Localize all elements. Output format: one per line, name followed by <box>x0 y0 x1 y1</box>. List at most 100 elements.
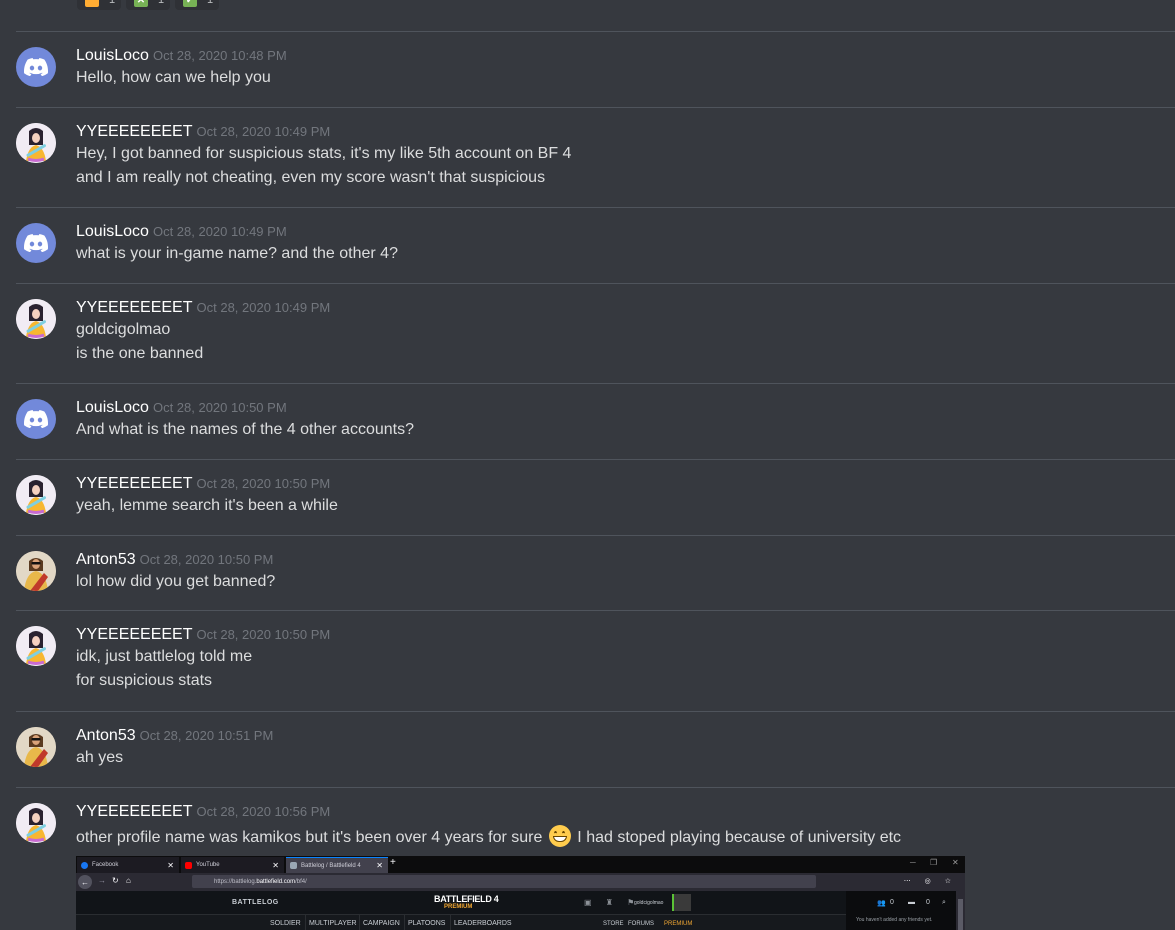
message-text: idk, just battlelog told me <box>76 648 253 665</box>
tab-label: Battlelog / Battlefield 4 <box>301 862 361 869</box>
username[interactable]: YYEEEEEEEET <box>76 123 193 140</box>
friends-icon[interactable]: 👥 <box>877 899 886 907</box>
avatar[interactable] <box>16 727 56 767</box>
close-icon[interactable]: ✕ <box>272 861 279 870</box>
home-icon[interactable]: ⌂ <box>126 876 131 885</box>
username[interactable]: Anton53 <box>76 551 136 568</box>
avatar[interactable] <box>16 223 56 263</box>
message-header: YYEEEEEEEET Oct 28, 2020 10:49 PM <box>76 299 330 317</box>
browser-tab-facebook[interactable]: Facebook ✕ <box>77 857 179 873</box>
nav-leaderboards[interactable]: LEADERBOARDS <box>454 920 512 927</box>
timestamp: Oct 28, 2020 10:50 PM <box>196 476 331 491</box>
toolbar-icons[interactable]: ⋯ ◎ ☆ <box>904 877 957 885</box>
chat-icon[interactable]: ▬ <box>908 899 915 906</box>
url-bar[interactable]: https://battlelog. battlefield.com/bf4/ <box>192 875 816 888</box>
image-attachment[interactable]: Facebook ✕ YouTube ✕ Battlelog / Battlef… <box>76 856 965 930</box>
avatar[interactable] <box>16 47 56 87</box>
message-divider <box>16 31 1175 32</box>
battlelog-logo[interactable]: BATTLELOG <box>232 899 279 906</box>
message-text: And what is the names of the 4 other acc… <box>76 421 414 438</box>
username[interactable]: YYEEEEEEEET <box>76 626 193 643</box>
link-premium[interactable]: PREMIUM <box>664 921 692 927</box>
timestamp: Oct 28, 2020 10:50 PM <box>139 552 274 567</box>
url-prefix: https://battlelog. <box>214 878 257 885</box>
window-close-icon[interactable]: ✕ <box>952 858 959 867</box>
reaction-bar: 1 ✕ 1 ✓ 1 <box>77 0 219 10</box>
link-forums[interactable]: FORUMS <box>628 921 654 927</box>
username[interactable]: Anton53 <box>76 727 136 744</box>
game-title[interactable]: BATTLEFIELD 4 <box>434 894 499 904</box>
grinning-face-icon <box>548 825 571 847</box>
soldier-avatar[interactable] <box>672 894 691 911</box>
avatar[interactable] <box>16 551 56 591</box>
link-store[interactable]: STORE <box>603 921 624 927</box>
message-text: yeah, lemme search it's been a while <box>76 497 338 514</box>
reload-icon[interactable]: ↻ <box>112 876 119 885</box>
nav-multiplayer[interactable]: MULTIPLAYER <box>309 920 357 927</box>
back-icon[interactable]: ← <box>78 875 92 889</box>
url-domain: battlefield.com <box>256 878 296 885</box>
message-text: Hello, how can we help you <box>76 69 271 86</box>
message-divider <box>16 107 1175 108</box>
new-tab-button[interactable]: + <box>390 857 396 868</box>
message-text: what is your in-game name? and the other… <box>76 245 398 262</box>
reaction-count: 1 <box>158 0 165 6</box>
message-divider <box>16 711 1175 712</box>
message-text: other profile name was kamikos but it's … <box>76 825 901 847</box>
messages-count: 0 <box>926 899 930 906</box>
reaction-orange-square[interactable]: 1 <box>77 0 121 10</box>
username[interactable]: LouisLoco <box>76 399 149 416</box>
close-icon[interactable]: ✕ <box>376 861 383 870</box>
message-text: is the one banned <box>76 345 204 362</box>
message-divider <box>16 787 1175 788</box>
tab-label: Facebook <box>92 862 119 868</box>
avatar[interactable] <box>16 475 56 515</box>
username[interactable]: LouisLoco <box>76 47 149 64</box>
restore-icon[interactable]: ❐ <box>930 858 937 867</box>
timestamp: Oct 28, 2020 10:49 PM <box>152 224 287 239</box>
avatar[interactable] <box>16 626 56 666</box>
message-text-after: I had stoped playing because of universi… <box>577 829 902 846</box>
username[interactable]: YYEEEEEEEET <box>76 803 193 820</box>
nav-soldier[interactable]: SOLDIER <box>270 920 301 927</box>
nav-platoons[interactable]: PLATOONS <box>408 920 445 927</box>
username[interactable]: goldcigolmao <box>634 900 663 906</box>
avatar[interactable] <box>16 123 56 163</box>
timestamp: Oct 28, 2020 10:49 PM <box>196 124 331 139</box>
minimize-icon[interactable]: ─ <box>910 858 916 867</box>
message-header: Anton53 Oct 28, 2020 10:51 PM <box>76 727 273 745</box>
friends-count: 0 <box>890 899 894 906</box>
message-header: YYEEEEEEEET Oct 28, 2020 10:50 PM <box>76 626 330 644</box>
scrollbar-thumb[interactable] <box>958 899 963 930</box>
reaction-check-mark[interactable]: ✓ 1 <box>175 0 219 10</box>
timestamp: Oct 28, 2020 10:51 PM <box>139 728 274 743</box>
avatar[interactable] <box>16 803 56 843</box>
avatar[interactable] <box>16 299 56 339</box>
browser-tab-youtube[interactable]: YouTube ✕ <box>181 857 284 873</box>
message-divider <box>16 383 1175 384</box>
message-text-before: other profile name was kamikos but it's … <box>76 829 543 846</box>
message-header: LouisLoco Oct 28, 2020 10:48 PM <box>76 47 287 65</box>
avatar[interactable] <box>16 399 56 439</box>
search-icon[interactable]: ⌕ <box>942 899 946 907</box>
timestamp: Oct 28, 2020 10:56 PM <box>196 804 331 819</box>
username[interactable]: YYEEEEEEEET <box>76 299 193 316</box>
message-header: LouisLoco Oct 28, 2020 10:50 PM <box>76 399 287 417</box>
username[interactable]: YYEEEEEEEET <box>76 475 193 492</box>
message-divider <box>16 207 1175 208</box>
message-header: YYEEEEEEEET Oct 28, 2020 10:56 PM <box>76 803 330 821</box>
message-text: ah yes <box>76 749 124 766</box>
header-icons[interactable]: ▣ ♜ ⚑ <box>584 898 640 907</box>
timestamp: Oct 28, 2020 10:50 PM <box>152 400 287 415</box>
username[interactable]: LouisLoco <box>76 223 149 240</box>
close-icon[interactable]: ✕ <box>167 861 174 870</box>
message-header: YYEEEEEEEET Oct 28, 2020 10:50 PM <box>76 475 330 493</box>
nav-campaign[interactable]: CAMPAIGN <box>363 920 400 927</box>
browser-tab-battlelog[interactable]: Battlelog / Battlefield 4 ✕ <box>286 857 388 873</box>
scrollbar[interactable] <box>956 891 965 930</box>
x-mark-icon: ✕ <box>134 0 148 7</box>
forward-icon[interactable]: → <box>98 876 106 885</box>
reaction-x-mark[interactable]: ✕ 1 <box>126 0 170 10</box>
game-edition: PREMIUM <box>444 904 473 910</box>
message-text: lol how did you get banned? <box>76 573 276 590</box>
